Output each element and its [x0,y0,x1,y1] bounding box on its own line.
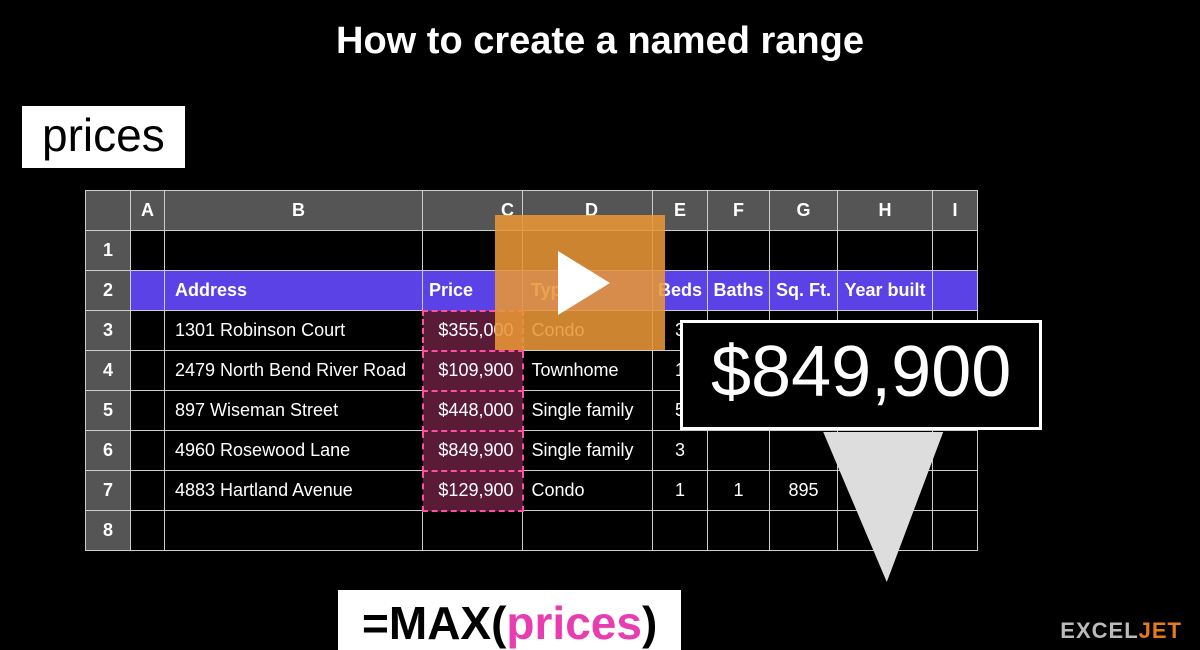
cell[interactable] [838,231,933,271]
cell-price[interactable]: $109,900 [423,351,523,391]
cell[interactable] [933,471,978,511]
cell[interactable] [523,511,653,551]
cell-beds[interactable]: 3 [653,431,708,471]
col-header-g[interactable]: G [770,191,838,231]
cell-type[interactable]: Single family [523,391,653,431]
col-header-a[interactable]: A [131,191,165,231]
cell-baths[interactable] [708,431,770,471]
cell[interactable] [131,351,165,391]
col-header-b[interactable]: B [165,191,423,231]
formula-prefix: = [362,597,389,649]
logo-part-b: JET [1139,618,1182,643]
cell[interactable] [933,271,978,311]
row-header[interactable]: 5 [86,391,131,431]
cell-type[interactable]: Condo [523,471,653,511]
col-header-i[interactable]: I [933,191,978,231]
formula-function: MAX( [389,597,507,649]
cell[interactable] [131,271,165,311]
col-header-h[interactable]: H [838,191,933,231]
callout-pointer-icon [797,432,943,582]
hdr-sqft[interactable]: Sq. Ft. [770,271,838,311]
cell[interactable] [131,511,165,551]
cell-baths[interactable]: 1 [708,471,770,511]
cell-price[interactable]: $849,900 [423,431,523,471]
cell-address[interactable]: 2479 North Bend River Road [165,351,423,391]
cell-beds[interactable]: 1 [653,471,708,511]
cell[interactable] [933,511,978,551]
row-header[interactable]: 3 [86,311,131,351]
hdr-address[interactable]: Address [165,271,423,311]
cell-type[interactable]: Single family [523,431,653,471]
row-header[interactable]: 7 [86,471,131,511]
cell[interactable] [165,231,423,271]
cell-price[interactable]: $448,000 [423,391,523,431]
cell-price[interactable]: $129,900 [423,471,523,511]
row-header[interactable]: 4 [86,351,131,391]
hdr-baths[interactable]: Baths [708,271,770,311]
cell[interactable] [708,231,770,271]
row-header[interactable]: 8 [86,511,131,551]
cell-address[interactable]: 4883 Hartland Avenue [165,471,423,511]
cell[interactable] [131,471,165,511]
col-header-f[interactable]: F [708,191,770,231]
row-header[interactable]: 1 [86,231,131,271]
cell-address[interactable]: 897 Wiseman Street [165,391,423,431]
cell[interactable] [131,231,165,271]
cell[interactable] [131,311,165,351]
name-box-range[interactable]: prices [22,106,185,168]
cell[interactable] [933,231,978,271]
corner-cell[interactable] [86,191,131,231]
formula-arg: prices [506,597,642,649]
row-header[interactable]: 2 [86,271,131,311]
cell-type[interactable]: Townhome [523,351,653,391]
cell[interactable] [131,431,165,471]
play-button[interactable] [495,215,665,350]
result-callout: $849,900 [680,320,1042,430]
hdr-year[interactable]: Year built [838,271,933,311]
cell-address[interactable]: 4960 Rosewood Lane [165,431,423,471]
brand-logo: EXCELJET [1060,618,1182,644]
cell[interactable] [708,511,770,551]
cell-address[interactable]: 1301 Robinson Court [165,311,423,351]
page-title: How to create a named range [0,20,1200,63]
cell[interactable] [653,511,708,551]
cell[interactable] [131,391,165,431]
formula-display: =MAX(prices) [338,590,681,650]
logo-part-a: EXCEL [1060,618,1138,643]
cell[interactable] [770,231,838,271]
formula-suffix: ) [642,597,657,649]
cell[interactable] [423,511,523,551]
row-header[interactable]: 6 [86,431,131,471]
play-icon [540,243,620,323]
cell[interactable] [165,511,423,551]
